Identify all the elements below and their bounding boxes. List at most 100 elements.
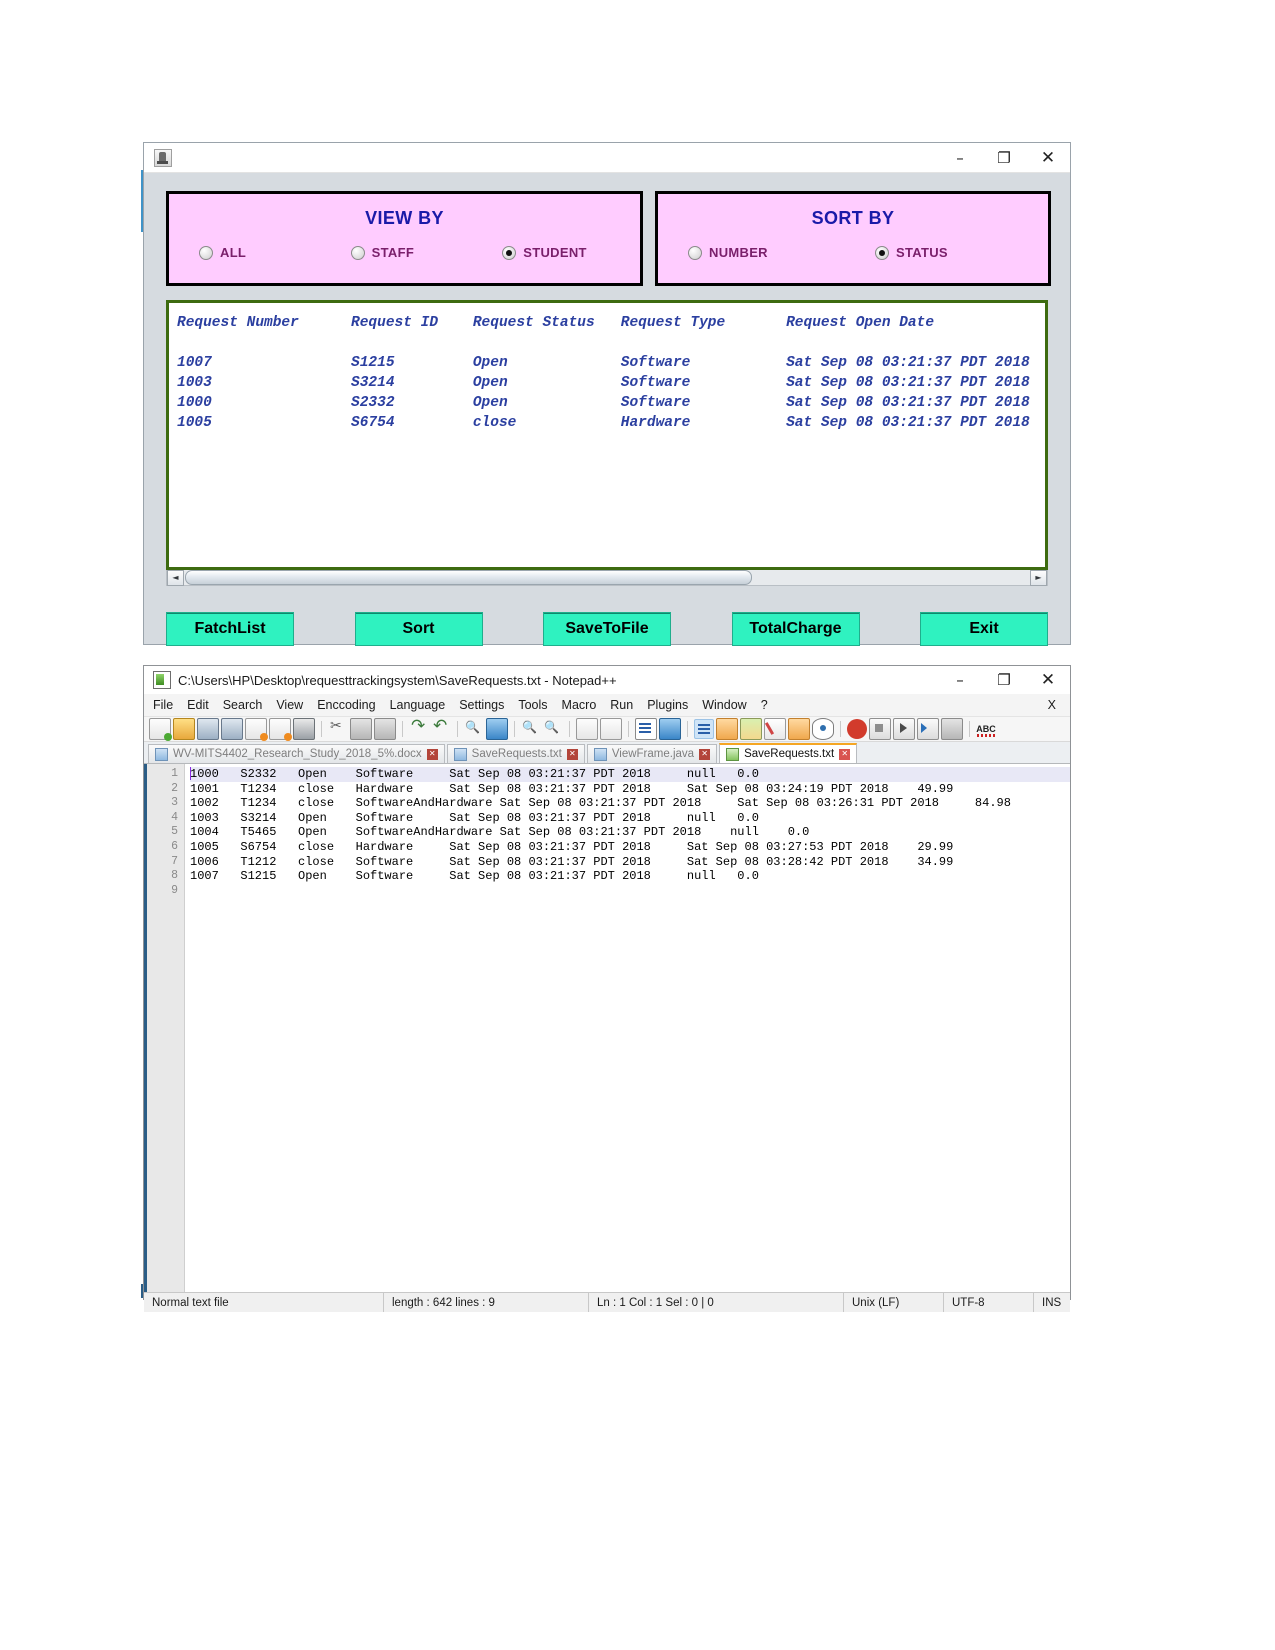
filter-panels-row: VIEW BY ALL STAFF STUDENT SORT BY NUMBER… [144,173,1070,286]
toolbar-separator [457,721,458,737]
stop-macro-icon[interactable] [869,718,891,740]
toolbar-separator [321,721,322,737]
radio-circle-icon [350,245,365,260]
open-file-icon[interactable] [173,718,195,740]
code-text-content[interactable]: 1000 S2332 Open Software Sat Sep 08 03:2… [185,764,1070,1292]
maximize-button[interactable]: ❐ [982,666,1026,694]
close-all-files-icon[interactable] [269,718,292,741]
menu-encoding[interactable]: Enccoding [317,698,375,712]
tab-viewframe-java[interactable]: ViewFrame.java ✕ [586,744,718,763]
totalcharge-button[interactable]: TotalCharge [731,612,860,646]
menu-language[interactable]: Language [390,698,446,712]
function-list-icon[interactable] [764,718,786,740]
line-number: 6 [171,839,178,853]
monitoring-icon[interactable] [812,718,834,740]
menu-run[interactable]: Run [610,698,633,712]
new-file-icon[interactable] [149,718,172,741]
indent-guideline-icon[interactable] [694,719,714,739]
code-line: 1007 S1215 Open Software Sat Sep 08 03:2… [190,869,759,884]
play-macro-icon[interactable] [893,718,915,740]
radio-view-all[interactable]: ALL [177,245,329,260]
save-icon[interactable] [197,718,219,740]
toolbar-separator [840,721,841,737]
sort-by-title: SORT BY [811,208,895,228]
find-icon[interactable] [464,719,484,739]
record-macro-icon[interactable] [847,719,867,739]
sync-vertical-scroll-icon[interactable] [576,718,598,740]
line-number: 9 [171,883,178,897]
maximize-button[interactable]: ❐ [982,143,1026,172]
close-button[interactable]: ✕ [1026,666,1070,694]
tab-close-icon[interactable]: ✕ [839,748,851,760]
zoom-out-icon[interactable] [543,719,563,739]
user-defined-dialog-icon[interactable] [716,718,738,740]
radio-circle-icon [199,245,213,260]
show-all-characters-icon[interactable] [659,718,681,740]
code-line: 1001 T1234 close Hardware Sat Sep 08 03:… [190,781,954,796]
sort-button[interactable]: Sort [354,612,483,646]
document-map-icon[interactable] [740,718,762,740]
scrollbar-track[interactable] [184,570,1030,585]
tab-saverequests-txt-active[interactable]: SaveRequests.txt ✕ [719,743,858,763]
results-text-area[interactable]: Request Number Request ID Request Status… [166,300,1048,570]
copy-icon[interactable] [350,718,372,740]
redo-icon[interactable] [431,716,451,739]
tab-saverequests-txt-1[interactable]: SaveRequests.txt ✕ [446,744,585,763]
close-file-icon[interactable] [245,718,268,741]
zoom-in-icon[interactable] [521,719,541,739]
folder-as-workspace-icon[interactable] [788,718,810,740]
menu-view[interactable]: View [276,698,303,712]
cut-icon[interactable] [328,718,348,739]
radio-circle-icon [688,245,702,260]
horizontal-scrollbar[interactable]: ◄ ► [166,569,1048,586]
run-macro-multiple-icon[interactable] [917,718,939,740]
notepad-plus-plus-icon [153,671,171,689]
close-button[interactable]: ✕ [1026,143,1070,172]
menu-settings[interactable]: Settings [459,698,504,712]
radio-view-staff[interactable]: STAFF [329,245,481,260]
menu-file[interactable]: File [153,698,173,712]
print-icon[interactable] [293,718,315,740]
menu-plugins[interactable]: Plugins [647,698,688,712]
radio-circle-selected-icon [875,245,889,260]
java-window-body: VIEW BY ALL STAFF STUDENT SORT BY NUMBER… [144,173,1070,646]
tab-research-study-docx[interactable]: WV-MITS4402_Research_Study_2018_5%.docx … [148,744,445,763]
java-window-controls: – ❐ ✕ [938,143,1070,172]
status-insert-mode: INS [1042,1296,1062,1309]
scroll-right-arrow-icon[interactable]: ► [1030,569,1047,586]
save-all-icon[interactable] [221,718,243,740]
menu-window[interactable]: Window [702,698,746,712]
menu-tools[interactable]: Tools [518,698,547,712]
tab-close-icon[interactable]: ✕ [426,748,438,760]
code-line: 1006 T1212 close Software Sat Sep 08 03:… [190,854,954,869]
fatchlist-button[interactable]: FatchList [166,612,294,646]
paste-icon[interactable] [374,718,396,740]
notepad-editor[interactable]: 1 2 3 4 5 6 7 8 9 1000 S2332 Open Softwa… [144,764,1070,1292]
scrollbar-thumb[interactable] [185,570,752,585]
minimize-button[interactable]: – [938,666,982,694]
results-text: Request Number Request ID Request Status… [177,315,1030,431]
undo-icon[interactable] [409,716,429,739]
save-macro-icon[interactable] [941,718,963,740]
scroll-left-arrow-icon[interactable]: ◄ [167,569,184,586]
minimize-button[interactable]: – [938,143,982,172]
radio-sort-status[interactable]: STATUS [853,245,1040,260]
savetofile-button[interactable]: SaveToFile [543,612,671,646]
tab-label: ViewFrame.java [611,748,695,760]
toolbar-separator [628,721,629,737]
radio-sort-number[interactable]: NUMBER [666,245,853,260]
word-wrap-icon[interactable] [635,718,657,740]
results-area-wrapper: Request Number Request ID Request Status… [166,300,1048,586]
menu-help[interactable]: ? [761,698,768,712]
radio-view-student[interactable]: STUDENT [480,245,632,260]
menu-macro[interactable]: Macro [562,698,597,712]
menu-edit[interactable]: Edit [187,698,209,712]
exit-button[interactable]: Exit [920,612,1048,646]
tab-close-icon[interactable]: ✕ [566,748,578,760]
menu-search[interactable]: Search [223,698,263,712]
spell-check-icon[interactable]: ABC [976,719,996,739]
tab-close-icon[interactable]: ✕ [699,748,711,760]
sync-horizontal-scroll-icon[interactable] [600,718,622,740]
close-document-button[interactable]: X [1048,698,1056,712]
replace-icon[interactable] [486,718,508,740]
